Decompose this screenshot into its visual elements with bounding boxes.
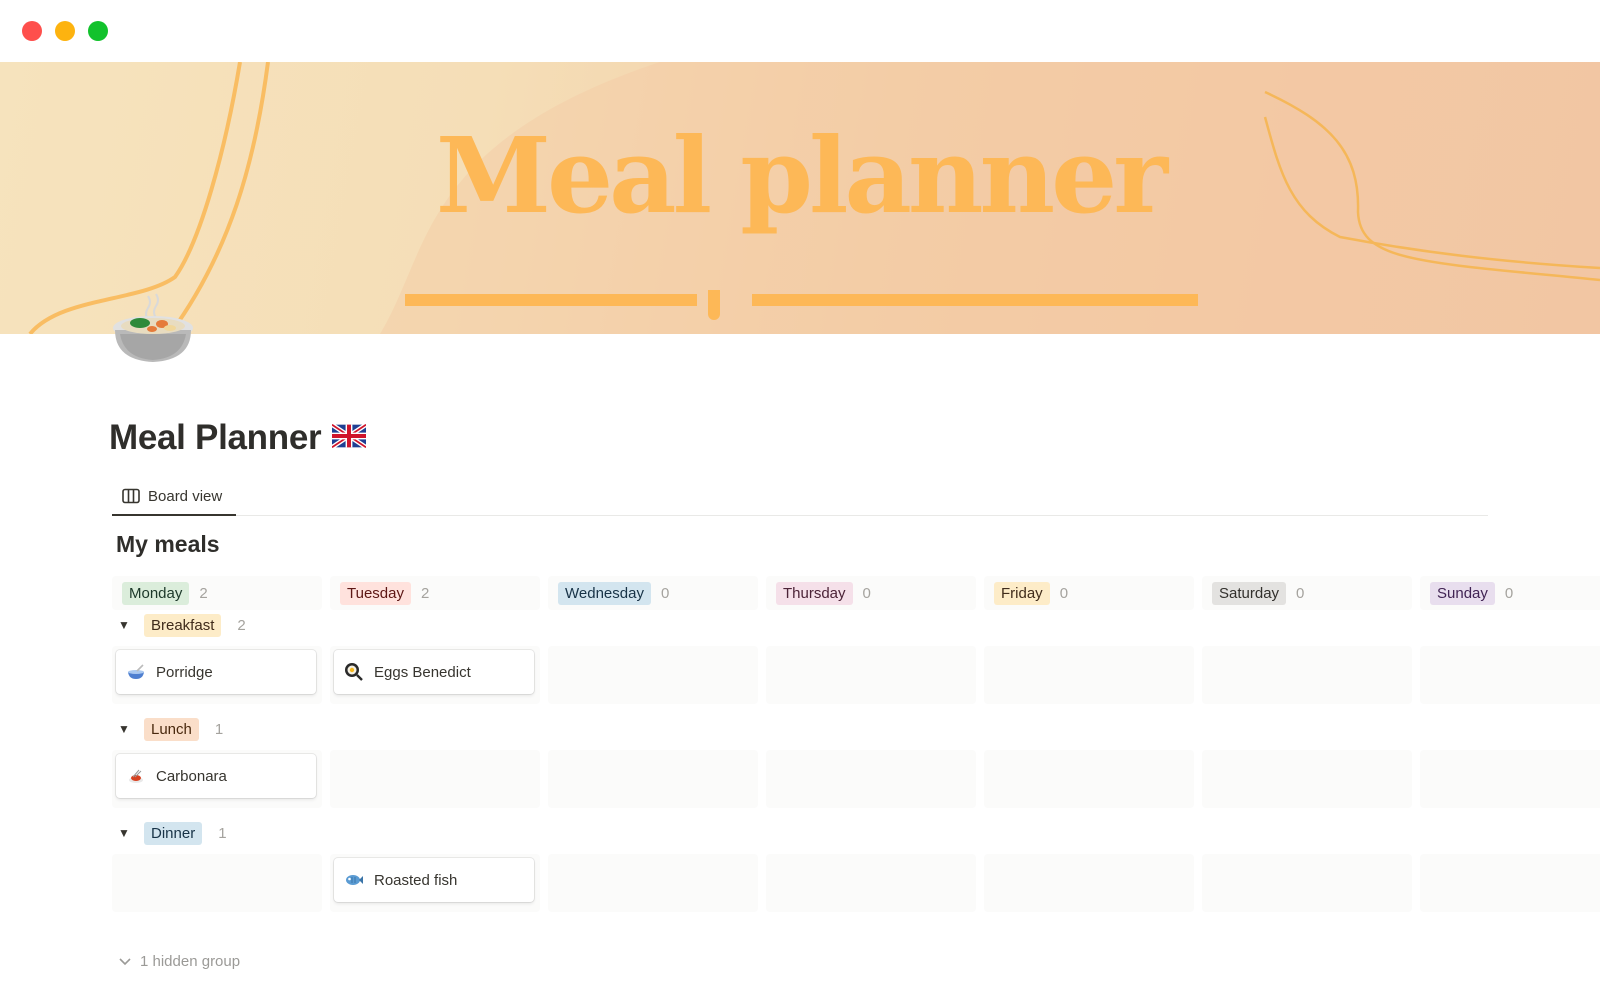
meal-card-title: Eggs Benedict bbox=[374, 663, 471, 681]
group-toggle-icon[interactable]: ▼ bbox=[118, 618, 134, 632]
board-cell[interactable] bbox=[1420, 646, 1600, 704]
column-header-tuesday[interactable]: Tuesday 2 bbox=[330, 576, 540, 610]
minimize-window-button[interactable] bbox=[55, 21, 75, 41]
column-header-friday[interactable]: Friday 0 bbox=[984, 576, 1194, 610]
cover-title-underline bbox=[752, 294, 1198, 306]
meal-card-title: Carbonara bbox=[156, 767, 227, 785]
board-cell[interactable] bbox=[1420, 750, 1600, 808]
maximize-window-button[interactable] bbox=[88, 21, 108, 41]
board-cell[interactable] bbox=[1420, 854, 1600, 912]
hidden-groups-label: 1 hidden group bbox=[140, 953, 241, 970]
board-cell[interactable] bbox=[112, 854, 322, 912]
board-cell[interactable]: Carbonara bbox=[112, 750, 322, 808]
database-title[interactable]: My meals bbox=[116, 531, 220, 558]
group-header-breakfast: ▼ Breakfast 2 bbox=[112, 610, 246, 640]
meal-type-tag: Dinner bbox=[144, 821, 203, 845]
board-cell[interactable] bbox=[984, 750, 1194, 808]
tab-label: Board view bbox=[148, 487, 223, 505]
column-header-thursday[interactable]: Thursday 0 bbox=[766, 576, 976, 610]
meal-card-title: Roasted fish bbox=[374, 871, 458, 889]
cover-title: Meal planner bbox=[435, 114, 1168, 237]
column-count: 2 bbox=[420, 584, 430, 602]
column-header-sunday[interactable]: Sunday 0 bbox=[1420, 576, 1600, 610]
day-tag: Saturday bbox=[1212, 581, 1287, 605]
day-tag: Friday bbox=[994, 581, 1050, 605]
page-title: Meal Planner bbox=[109, 418, 322, 457]
board-cell[interactable] bbox=[1202, 750, 1412, 808]
pot-of-food-icon[interactable] bbox=[110, 290, 196, 368]
meal-card[interactable]: Eggs Benedict bbox=[334, 650, 534, 694]
cover-title-drip bbox=[708, 290, 720, 320]
chevron-down-icon bbox=[119, 957, 131, 965]
meal-card-title: Porridge bbox=[156, 663, 213, 681]
spaghetti-icon bbox=[126, 766, 146, 786]
group-header-dinner: ▼ Dinner 1 bbox=[112, 818, 227, 848]
column-count: 0 bbox=[1059, 584, 1069, 602]
group-count: 1 bbox=[218, 824, 227, 842]
tab-board-view[interactable]: Board view bbox=[112, 478, 236, 516]
group-toggle-icon[interactable]: ▼ bbox=[118, 826, 134, 840]
column-header-wednesday[interactable]: Wednesday 0 bbox=[548, 576, 758, 610]
board-cell[interactable] bbox=[984, 854, 1194, 912]
meal-type-tag: Lunch bbox=[144, 717, 199, 741]
board-cell[interactable]: Porridge bbox=[112, 646, 322, 704]
group-count: 2 bbox=[237, 616, 246, 634]
view-tabs: Board view bbox=[112, 478, 1488, 516]
column-header-saturday[interactable]: Saturday 0 bbox=[1202, 576, 1412, 610]
group-count: 1 bbox=[214, 720, 224, 738]
board-cell[interactable] bbox=[984, 646, 1194, 704]
meal-card[interactable]: Carbonara bbox=[116, 754, 316, 798]
meal-card[interactable]: Roasted fish bbox=[334, 858, 534, 902]
day-tag: Monday bbox=[122, 581, 190, 605]
group-header-lunch: ▼ Lunch 1 bbox=[112, 714, 223, 744]
board-cell[interactable] bbox=[766, 854, 976, 912]
column-count: 0 bbox=[660, 584, 670, 602]
hidden-groups-toggle[interactable]: 1 hidden group bbox=[118, 953, 240, 970]
board-cell[interactable] bbox=[548, 646, 758, 704]
page-cover-image[interactable]: Meal planner bbox=[0, 62, 1600, 334]
window-titlebar bbox=[0, 0, 1600, 62]
board-cell[interactable] bbox=[1202, 854, 1412, 912]
column-header-monday[interactable]: Monday 2 bbox=[112, 576, 322, 610]
column-count: 0 bbox=[1296, 584, 1305, 602]
board-icon bbox=[122, 488, 140, 504]
board-cell[interactable] bbox=[766, 646, 976, 704]
uk-flag-icon bbox=[330, 422, 368, 450]
meal-card[interactable]: Porridge bbox=[116, 650, 316, 694]
board-cell[interactable] bbox=[548, 750, 758, 808]
day-tag: Thursday bbox=[776, 581, 853, 605]
day-tag: Sunday bbox=[1430, 581, 1495, 605]
board-cell[interactable] bbox=[1202, 646, 1412, 704]
column-count: 0 bbox=[862, 584, 871, 602]
board-cell[interactable] bbox=[766, 750, 976, 808]
column-count: 2 bbox=[199, 584, 208, 602]
board-cell[interactable]: Eggs Benedict bbox=[330, 646, 540, 704]
meal-type-tag: Breakfast bbox=[144, 613, 222, 637]
day-tag: Wednesday bbox=[558, 581, 651, 605]
board-cell[interactable] bbox=[330, 750, 540, 808]
board-cell[interactable] bbox=[548, 854, 758, 912]
column-count: 0 bbox=[1504, 584, 1514, 602]
day-tag: Tuesday bbox=[340, 581, 411, 605]
fish-icon bbox=[344, 870, 364, 890]
bowl-with-spoon-icon bbox=[126, 662, 146, 682]
group-toggle-icon[interactable]: ▼ bbox=[118, 722, 134, 736]
board-cell[interactable]: Roasted fish bbox=[330, 854, 540, 912]
cover-title-underline bbox=[405, 294, 697, 306]
close-window-button[interactable] bbox=[22, 21, 42, 41]
frying-pan-egg-icon bbox=[344, 662, 364, 682]
